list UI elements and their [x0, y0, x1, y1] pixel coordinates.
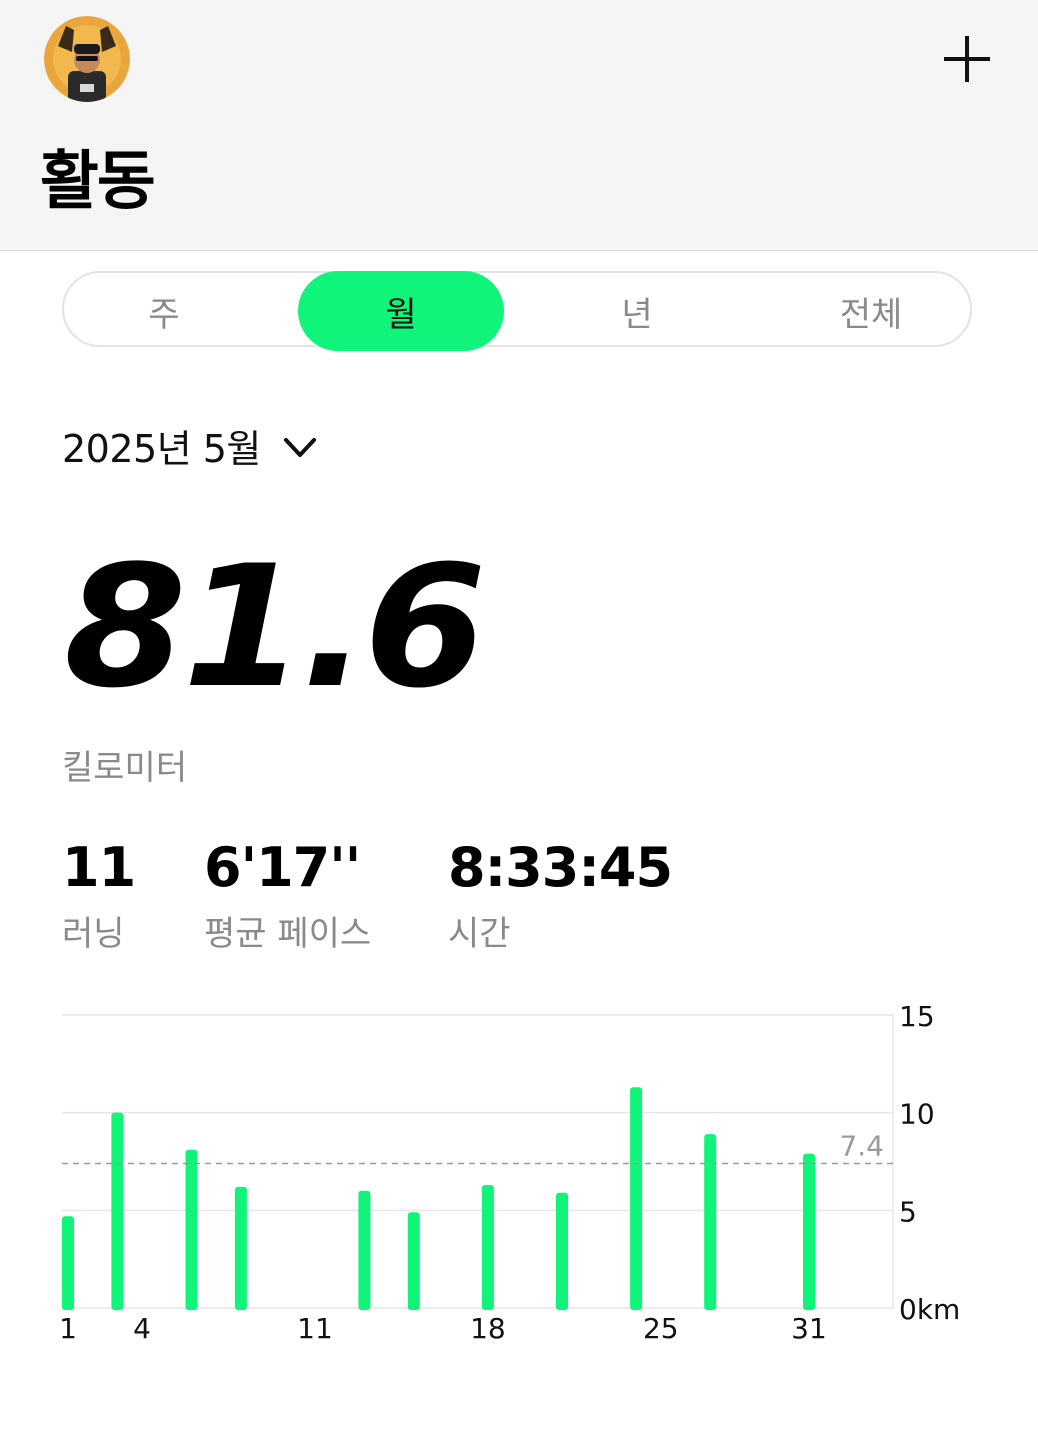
x-tick-label: 31 [791, 1312, 827, 1345]
plus-icon [944, 36, 990, 82]
activity-screen: 활동 주 월 년 전체 2025년 5월 81.6 킬로미터 11 러닝 6'1… [0, 0, 1038, 1440]
stat-pace: 6'17'' 평균 페이스 [204, 836, 371, 955]
bar [481, 1184, 494, 1310]
tab-all[interactable]: 전체 [768, 271, 974, 351]
x-tick-label: 1 [59, 1312, 77, 1345]
stat-label: 러닝 [62, 914, 125, 954]
stat-label: 시간 [448, 914, 511, 954]
bar [556, 1192, 568, 1310]
bar [358, 1190, 371, 1310]
x-tick-label: 11 [297, 1312, 333, 1345]
bar [407, 1212, 420, 1310]
stat-runs: 11 러닝 [62, 836, 136, 955]
bar [185, 1149, 198, 1310]
chevron-down-icon [283, 437, 316, 457]
avatar-image [44, 16, 130, 102]
total-distance: 81.6 [64, 529, 487, 725]
stat-time: 8:33:45 시간 [448, 836, 673, 955]
bar [803, 1153, 815, 1310]
average-label: 7.4 [839, 1129, 884, 1162]
x-tick-label: 4 [133, 1312, 151, 1345]
tab-week[interactable]: 주 [64, 271, 264, 351]
add-button[interactable] [938, 30, 996, 88]
stat-value: 6'17'' [204, 836, 361, 899]
y-tick-label: 5 [899, 1195, 917, 1228]
month-selector[interactable]: 2025년 5월 [62, 418, 317, 473]
monthly-distance-chart: 7.4 15 10 5 0km 1 4 11 18 25 31 [59, 1000, 960, 1345]
tab-month[interactable]: 월 [298, 271, 504, 351]
y-tick-label: 0km [899, 1293, 960, 1326]
profile-avatar[interactable] [44, 16, 130, 102]
x-tick-label: 25 [643, 1312, 679, 1345]
period-tabs: 주 월 년 전체 [62, 271, 972, 351]
bar [704, 1134, 717, 1310]
y-tick-label: 15 [899, 1000, 935, 1033]
stat-value: 11 [62, 836, 136, 899]
x-tick-label: 18 [470, 1312, 506, 1345]
bar [62, 1216, 74, 1310]
page-title: 활동 [40, 145, 156, 219]
distance-unit: 킬로미터 [62, 748, 188, 788]
y-tick-label: 10 [899, 1098, 935, 1131]
stat-label: 평균 페이스 [204, 914, 372, 954]
tab-year[interactable]: 년 [534, 271, 740, 351]
header: 활동 [0, 0, 1038, 251]
bar [630, 1087, 643, 1310]
bar [234, 1186, 247, 1310]
bar [111, 1112, 124, 1310]
month-label: 2025년 5월 [62, 427, 261, 471]
stat-value: 8:33:45 [448, 836, 673, 899]
